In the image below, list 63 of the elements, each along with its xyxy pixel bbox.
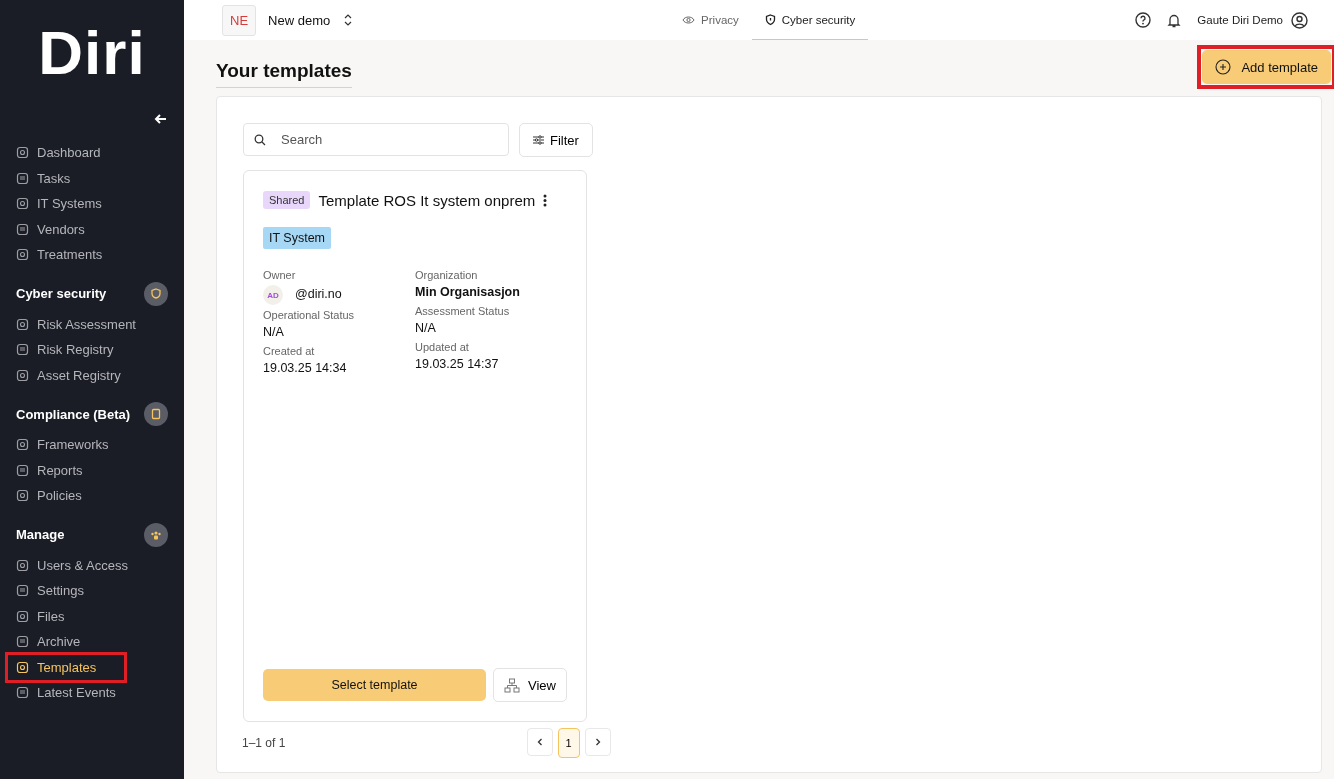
nav-item[interactable]: Templates xyxy=(8,654,124,680)
view-button[interactable]: View xyxy=(493,668,567,702)
chevron-updown-icon[interactable] xyxy=(344,14,353,26)
page-button[interactable]: 1 xyxy=(557,728,580,758)
search-field[interactable]: Search xyxy=(243,123,509,156)
field-value: Min Organisasjon xyxy=(415,285,521,299)
org-name[interactable]: New demo xyxy=(268,12,331,28)
hierarchy-icon xyxy=(504,677,520,693)
nav-item[interactable]: Files xyxy=(16,603,168,629)
type-tag: IT System xyxy=(263,227,332,249)
field-label: Updated at xyxy=(415,341,470,353)
user-avatar-icon[interactable] xyxy=(1291,11,1308,29)
chevron-right-icon xyxy=(594,738,601,746)
nav-item[interactable]: Vendors xyxy=(16,216,168,242)
nav-item[interactable]: Archive xyxy=(16,629,168,655)
logo: Diri xyxy=(37,22,147,84)
avatar: AD xyxy=(263,285,283,305)
nav-item[interactable]: Latest Events xyxy=(16,680,168,706)
nav-item[interactable]: Risk Assessment xyxy=(16,311,168,337)
user-name[interactable]: Gaute Diri Demo xyxy=(1197,14,1283,26)
org-badge: NE xyxy=(222,4,257,36)
section-title: Compliance (Beta) xyxy=(16,406,131,422)
field-value: @diri.no xyxy=(295,287,342,301)
nav-item[interactable]: Frameworks xyxy=(16,432,168,458)
field-label: Assessment Status xyxy=(415,305,511,317)
chevron-left-icon xyxy=(536,738,543,746)
field-value: N/A xyxy=(415,321,437,335)
more-options-icon[interactable] xyxy=(543,193,548,207)
nav-item[interactable]: Policies xyxy=(16,483,168,509)
select-template-button[interactable]: Select template xyxy=(263,669,486,701)
nav-item[interactable]: Treatments xyxy=(16,242,168,268)
field-label: Operational Status xyxy=(263,309,356,321)
nav-item[interactable]: Dashboard xyxy=(16,140,168,166)
nav-item[interactable]: Settings xyxy=(16,578,168,604)
nav-tab[interactable]: Cyber security xyxy=(751,0,869,40)
section-title: Manage xyxy=(16,527,65,542)
nav-item[interactable]: Reports xyxy=(16,457,168,483)
people-icon xyxy=(144,522,168,547)
nav-item[interactable]: Users & Access xyxy=(16,552,168,578)
field-label: Owner xyxy=(263,269,297,281)
field-value: 19.03.25 14:37 xyxy=(415,357,500,371)
field-value: N/A xyxy=(263,325,285,339)
section-title: Cyber security xyxy=(16,286,107,301)
nav-item[interactable]: Tasks xyxy=(16,165,168,191)
field-label: Organization xyxy=(415,269,479,281)
search-icon xyxy=(254,134,266,146)
page-title: Your templates xyxy=(216,60,352,88)
nav-tab[interactable]: Privacy xyxy=(669,0,752,40)
filter-button[interactable]: Filter xyxy=(519,123,593,157)
back-arrow-icon[interactable] xyxy=(154,112,168,126)
add-template-button[interactable]: Add template xyxy=(1202,50,1331,84)
nav-item[interactable]: Asset Registry xyxy=(16,362,168,388)
nav-item[interactable]: Risk Registry xyxy=(16,337,168,363)
sliders-icon xyxy=(533,135,544,145)
shared-badge: Shared xyxy=(263,191,311,209)
nav-item[interactable]: IT Systems xyxy=(16,191,168,217)
field-value: 19.03.25 14:34 xyxy=(263,361,348,375)
help-icon[interactable] xyxy=(1135,12,1152,28)
template-title: Template ROS It system onprem xyxy=(318,191,536,209)
field-label: Created at xyxy=(263,345,316,357)
plus-circle-icon xyxy=(1215,59,1232,75)
results-count: 1–1 of 1 xyxy=(242,736,287,750)
bell-icon[interactable] xyxy=(1167,12,1182,28)
